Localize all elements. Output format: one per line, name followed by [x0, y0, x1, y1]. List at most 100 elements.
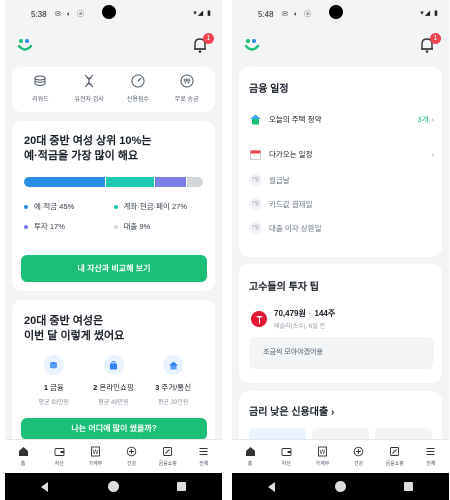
- housing-subscription-row[interactable]: 오늘의 주택 청약 3개 ›: [249, 113, 434, 126]
- legend-item-deposit: 예·적금 45%: [24, 201, 114, 212]
- nav-item-all[interactable]: 전체: [191, 446, 217, 473]
- tip-shares: 144주: [314, 309, 336, 318]
- quick-item-label: 신용점수: [126, 97, 149, 103]
- nav-item-finance-shopping[interactable]: 금융쇼핑: [155, 446, 181, 473]
- status-notification-icons: ✉ ◐ ⓐ: [55, 11, 86, 18]
- recent-apps-icon[interactable]: [177, 482, 186, 491]
- nav-item-all[interactable]: 전체: [418, 446, 444, 473]
- nav-item-assets[interactable]: 자산: [273, 446, 299, 473]
- schedule-item-payday[interactable]: ?일 월급날: [249, 174, 434, 187]
- schedule-item-loan-interest[interactable]: ?일 대출 이자 상환일: [249, 222, 434, 235]
- quick-item-free-transfer[interactable]: ₩ 무료 송금: [164, 73, 210, 112]
- chevron-right-icon: ›: [431, 115, 435, 124]
- spend-category-list: 1 금융 평균 83만원 2 온라인쇼핑 평균 49만원 3 주거/통신 평균 39만…: [24, 355, 203, 406]
- nav-item-ledger[interactable]: W 가계부: [309, 446, 335, 473]
- where-did-i-spend-button[interactable]: 나는 어디에 많이 썼을까?: [21, 418, 207, 440]
- compare-title-line1: 20대 중반 여성 상위 10%는: [24, 135, 152, 147]
- quick-menu: 리워드 유전자 검사 신용점수 ₩ 무료 송금: [12, 67, 215, 112]
- recent-apps-icon[interactable]: [404, 482, 413, 491]
- camera-cutout: [329, 5, 343, 19]
- nav-label: 전체: [426, 461, 436, 467]
- status-signal-icons: ▾◢ ▮: [193, 10, 212, 17]
- app-logo-icon[interactable]: [17, 37, 33, 53]
- nav-label: 홈: [247, 461, 253, 467]
- system-nav-bar: [232, 473, 449, 500]
- day-chip: ?일: [249, 174, 262, 187]
- ratio-segment: [186, 177, 203, 187]
- quick-item-credit-score[interactable]: 신용점수: [115, 73, 161, 112]
- finance-schedule-card: 금융 일정 오늘의 주택 청약 3개 › 다가오는 일정 › ?일 월급날 ?일 …: [239, 67, 442, 257]
- quick-item-dna-test[interactable]: 유전자 검사: [66, 73, 112, 112]
- day-chip: ?일: [249, 198, 262, 211]
- app-header: 1: [5, 28, 222, 64]
- gauge-icon: [131, 74, 145, 88]
- nav-item-assets[interactable]: 자산: [46, 446, 72, 473]
- home-circle-icon[interactable]: [108, 481, 119, 492]
- day-chip: ?일: [249, 222, 262, 235]
- coins-icon: [34, 75, 46, 86]
- notification-badge: 1: [430, 33, 441, 44]
- camera-cutout: [102, 5, 116, 19]
- quick-item-label: 유전자 검사: [74, 97, 104, 103]
- ledger-icon: W: [90, 446, 100, 457]
- spend-title: 20대 중반 여성은 이번 달 이렇게 썼어요: [24, 314, 203, 344]
- app-logo-icon[interactable]: [244, 37, 260, 53]
- system-nav-bar: [5, 473, 222, 500]
- housing-count: 3개: [417, 115, 429, 124]
- schedule-item-card-payment[interactable]: ?일 카드값 결제일: [249, 198, 434, 211]
- app-header: 1: [232, 28, 449, 64]
- svg-text:₩: ₩: [183, 78, 190, 86]
- nav-item-health[interactable]: 건강: [346, 446, 372, 473]
- tip-quote[interactable]: 조금씩 모아야겠어용: [249, 337, 434, 369]
- peer-asset-compare-card: 20대 중반 여성 상위 10%는 예·적금을 가장 많이 해요 예·적금 45…: [12, 121, 215, 291]
- asset-ratio-bar: [24, 177, 203, 187]
- spend-category-finance[interactable]: 1 금융 평균 83만원: [24, 355, 84, 406]
- loan-title-text: 금리 낮은 신용대출: [249, 407, 329, 418]
- back-icon[interactable]: [41, 482, 48, 492]
- spend-average: 평균 39만원: [157, 400, 189, 406]
- home-circle-icon[interactable]: [335, 481, 346, 492]
- menu-icon: [199, 448, 208, 455]
- spend-average: 평균 83만원: [38, 400, 70, 406]
- tip-price: 70,479원: [274, 309, 306, 318]
- nav-label: 홈: [20, 461, 26, 467]
- schedule-item-label: 월급날: [269, 176, 290, 185]
- legend-dot: [113, 204, 118, 209]
- quick-item-reward[interactable]: 리워드: [17, 73, 63, 112]
- compare-my-assets-button[interactable]: 내 자산과 비교해 보기: [21, 255, 207, 282]
- nav-label: 자산: [281, 461, 291, 467]
- svg-text:W: W: [319, 449, 325, 456]
- spend-rank: 2: [93, 383, 98, 392]
- spend-category-housing[interactable]: 3 주거/통신 평균 39만원: [143, 355, 203, 406]
- dna-icon: [84, 74, 94, 88]
- nav-item-health[interactable]: 건강: [119, 446, 145, 473]
- legend-item-loan: 대출 9%: [113, 221, 204, 232]
- nav-item-finance-shopping[interactable]: 금융쇼핑: [382, 446, 408, 473]
- spend-rank: 1: [43, 383, 49, 392]
- schedule-title: 금융 일정: [249, 84, 289, 95]
- bottom-nav: 홈 자산 W 가계부 건강 금융쇼핑 전체: [232, 439, 449, 473]
- spend-rank: 3: [155, 383, 160, 392]
- tip-holding-item[interactable]: 70,479원 · 144주 테슬라(소수), 6일 전: [251, 308, 335, 330]
- chevron-right-icon: ›: [330, 407, 335, 418]
- quick-item-label: 무료 송금: [174, 97, 199, 103]
- home-icon: [18, 447, 28, 456]
- upcoming-schedule-row[interactable]: 다가오는 일정 ›: [249, 148, 434, 161]
- legend-item-account: 계좌·현금·페이 27%: [113, 201, 204, 212]
- phone-screen-home: 5:38 ✉ ◐ ⓐ ▾◢ ▮ 1 리워드 유전자 검사 신용점수 ₩ 무료 송…: [5, 0, 222, 500]
- ratio-segment: [105, 177, 155, 187]
- nav-item-home[interactable]: 홈: [237, 446, 263, 473]
- nav-item-ledger[interactable]: W 가계부: [82, 446, 108, 473]
- spend-title-line2: 이번 달 이렇게 썼어요: [24, 330, 125, 342]
- back-icon[interactable]: [268, 482, 275, 492]
- bottom-nav: 홈 자산 W 가계부 건강 금융쇼핑 전체: [5, 439, 222, 473]
- menu-icon: [426, 448, 435, 455]
- spend-category-online-shopping[interactable]: 2 온라인쇼핑 평균 49만원: [84, 355, 144, 406]
- phone-screen-scrolled: 5:48 ✉ ◐ ⓐ ▾◢ ▮ 1 금융 일정 오늘의 주택 청약 3개 › 다가…: [232, 0, 449, 500]
- nav-label: 가계부: [88, 461, 103, 467]
- nav-item-home[interactable]: 홈: [10, 446, 36, 473]
- legend-item-invest: 투자 17%: [24, 221, 114, 232]
- home-icon: [245, 447, 255, 456]
- ratio-segment: [24, 177, 105, 187]
- spend-category-name: 주거/통신: [161, 383, 192, 392]
